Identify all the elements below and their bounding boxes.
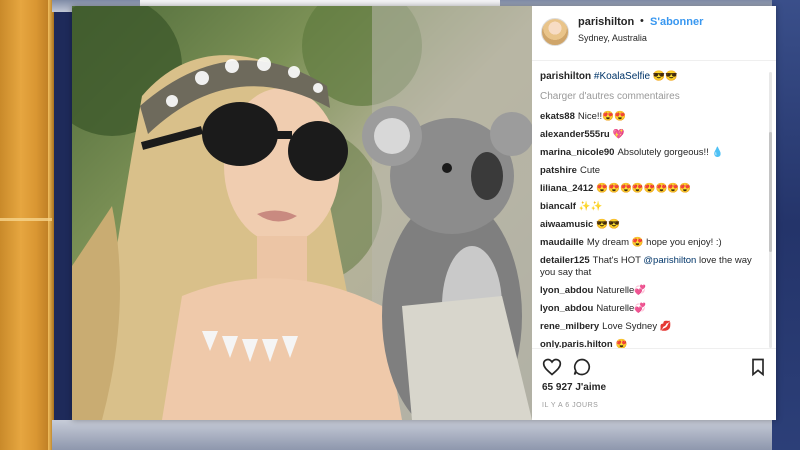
post-photo[interactable] <box>72 6 532 420</box>
comment-text: My dream 😍 hope you enjoy! :) <box>586 237 722 248</box>
comment-item: detailer125 That's HOT @parishilton love … <box>540 255 768 279</box>
comment-text: 😍 <box>615 339 628 348</box>
comment-text: ✨✨ <box>578 201 603 212</box>
tv-graphic-left-edge <box>48 0 54 450</box>
post-location[interactable]: Sydney, Australia <box>578 33 647 43</box>
comment-item: only.paris.hilton 😍 <box>540 339 768 348</box>
caption-username[interactable]: parishilton <box>540 71 591 82</box>
comment-item: lyon_abdou Naturelle💞 <box>540 303 768 315</box>
comment-item: maudaille My dream 😍 hope you enjoy! :) <box>540 237 768 249</box>
comment-text: Naturelle💞 <box>596 285 647 296</box>
comment-item: alexander555ru 💖 <box>540 129 768 141</box>
comments-list[interactable]: parishilton #KoalaSelfie 😎😎 Charger d'au… <box>540 70 768 348</box>
comment-text: Love Sydney 💋 <box>602 321 672 332</box>
post-side-panel: parishilton • S'abonner Sydney, Australi… <box>532 6 776 420</box>
tv-graphic-divider <box>0 218 52 221</box>
comment-item: patshire Cute <box>540 165 768 177</box>
load-more-comments-button[interactable]: Charger d'autres commentaires <box>540 91 768 102</box>
comment-text: 😍😍😍😍😍😍😍😍 <box>596 183 691 194</box>
likes-count[interactable]: 65 927 J'aime <box>542 382 606 393</box>
comment-username[interactable]: marina_nicole90 <box>540 147 614 158</box>
tv-graphic-right <box>772 0 800 450</box>
post-timestamp[interactable]: IL Y A 6 JOURS <box>542 402 598 409</box>
comment-username[interactable]: aiwaamusic <box>540 219 593 230</box>
comment-item: liliana_2412 😍😍😍😍😍😍😍😍 <box>540 183 768 195</box>
comment-bubble-icon[interactable] <box>572 357 592 377</box>
separator-dot: • <box>640 15 644 27</box>
comment-username[interactable]: biancalf <box>540 201 576 212</box>
tv-graphic-bottom <box>52 420 772 450</box>
post-header: parishilton • S'abonner Sydney, Australi… <box>532 6 776 61</box>
comment-username[interactable]: only.paris.hilton <box>540 339 613 348</box>
comment-text: 😎😎 <box>596 219 621 230</box>
post-username[interactable]: parishilton <box>578 16 634 28</box>
post-caption: parishilton #KoalaSelfie 😎😎 <box>540 70 768 83</box>
comments-scrollbar[interactable] <box>769 72 772 348</box>
follow-button[interactable]: S'abonner <box>650 16 703 28</box>
comment-username[interactable]: patshire <box>540 165 577 176</box>
comment-text: Cute <box>579 165 601 176</box>
comment-text: Nice!!😍😍 <box>577 111 626 122</box>
comment-text: That's HOT <box>592 255 641 266</box>
post-actions-bar <box>532 348 776 379</box>
comment-username[interactable]: ekats88 <box>540 111 575 122</box>
caption-hashtag[interactable]: #KoalaSelfie <box>594 71 650 82</box>
comment-username[interactable]: detailer125 <box>540 255 590 266</box>
comment-username[interactable]: lyon_abdou <box>540 303 593 314</box>
comment-item: rene_milbery Love Sydney 💋 <box>540 321 768 333</box>
comment-item: aiwaamusic 😎😎 <box>540 219 768 231</box>
heart-icon[interactable] <box>542 357 562 377</box>
comment-item: marina_nicole90 Absolutely gorgeous!! 💧 <box>540 147 768 159</box>
comment-username[interactable]: rene_milbery <box>540 321 599 332</box>
comment-text: Naturelle💞 <box>596 303 647 314</box>
tv-graphic-left <box>0 0 52 450</box>
comment-item: ekats88 Nice!!😍😍 <box>540 111 768 123</box>
comment-item: biancalf ✨✨ <box>540 201 768 213</box>
comment-username[interactable]: alexander555ru <box>540 129 610 140</box>
comment-username[interactable]: lyon_abdou <box>540 285 593 296</box>
koala-selfie-illustration <box>72 6 532 420</box>
comment-username[interactable]: liliana_2412 <box>540 183 593 194</box>
instagram-post: parishilton • S'abonner Sydney, Australi… <box>72 6 776 420</box>
comment-text: 💖 <box>612 129 625 140</box>
comment-username[interactable]: maudaille <box>540 237 584 248</box>
caption-emoji: 😎😎 <box>652 71 678 82</box>
comment-text: Absolutely gorgeous!! 💧 <box>617 147 724 158</box>
comment-mention[interactable]: @parishilton <box>643 255 696 266</box>
scrollbar-thumb[interactable] <box>769 132 772 252</box>
bookmark-icon[interactable] <box>748 357 768 377</box>
avatar[interactable] <box>541 18 569 46</box>
comment-item: lyon_abdou Naturelle💞 <box>540 285 768 297</box>
